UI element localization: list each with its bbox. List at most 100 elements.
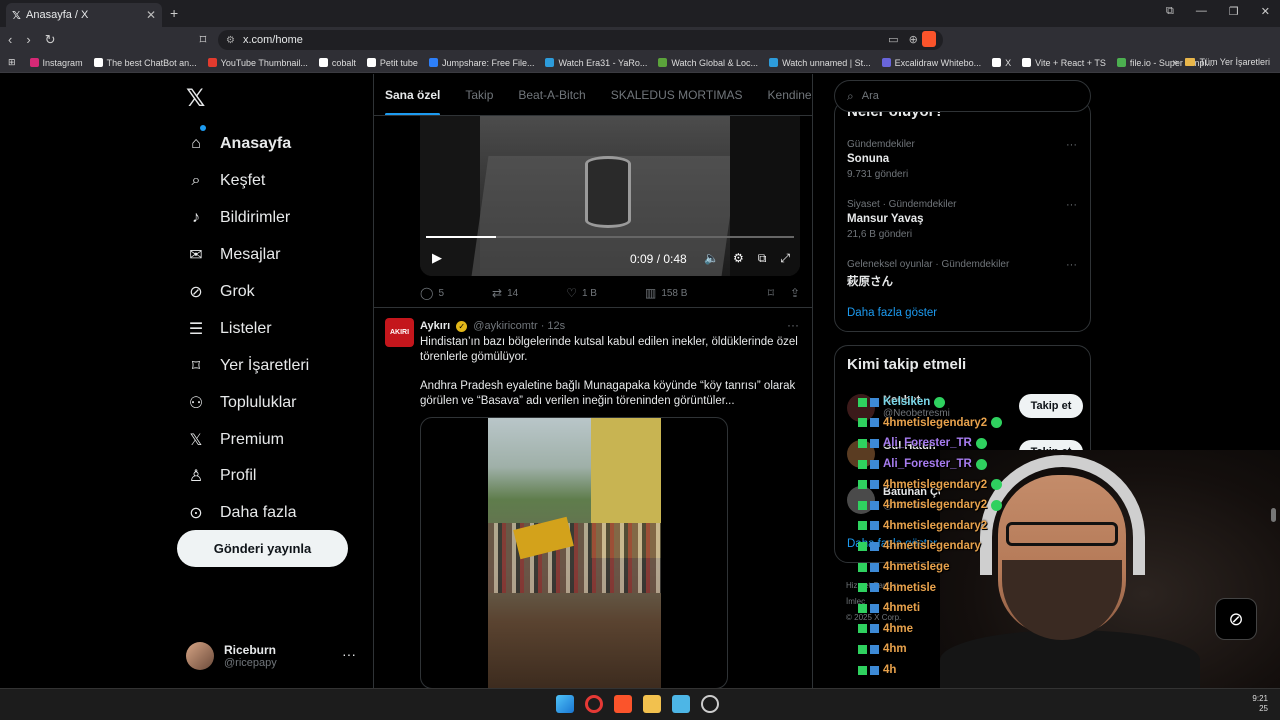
bookmark-item[interactable]: Jumpshare: Free File... [428, 58, 534, 68]
forward-icon[interactable]: › [26, 32, 30, 48]
views-button[interactable]: ▥ 158 B [645, 286, 687, 300]
sidebar-item-search[interactable]: ⌕ Keşfet [176, 163, 366, 200]
avatar[interactable]: AKIRI [385, 318, 414, 347]
sidebar-item-more-circle[interactable]: ⊙ Daha fazla [176, 495, 366, 532]
tweet-media[interactable] [420, 417, 728, 689]
more-dots-icon[interactable]: ··· [1066, 259, 1077, 271]
bookmarks-overflow-icon[interactable]: » [1172, 57, 1178, 68]
scrollbar[interactable] [1271, 508, 1276, 522]
tweet-author-name[interactable]: Aykırı [420, 320, 450, 332]
sidebar-item-communities[interactable]: ⚇ Topluluklar [176, 384, 366, 421]
browser-tab[interactable]: 𝕏 Anasayfa / X ✕ [6, 3, 162, 27]
opera-icon[interactable] [585, 695, 603, 713]
obs-icon[interactable] [701, 695, 719, 713]
bookmark-item[interactable]: Watch Global & Loc... [658, 58, 758, 68]
bookmark-item[interactable]: YouTube Thumbnail... [207, 58, 308, 68]
video-progress-bar[interactable] [426, 236, 794, 238]
more-dots-icon[interactable]: ··· [1066, 199, 1077, 211]
bookmark-favicon-icon [366, 58, 376, 67]
more-dots-icon[interactable]: ··· [787, 318, 799, 332]
chat-message: 4hm [858, 639, 1038, 660]
badge-icon [870, 562, 879, 572]
video-frame [585, 156, 631, 228]
feed-tab[interactable]: Kendine Müz [768, 74, 812, 115]
taskbar-icons [556, 695, 719, 713]
tab-close-icon[interactable]: ✕ [146, 8, 156, 22]
zoom-icon[interactable]: ⊕ [909, 33, 918, 46]
cast-icon[interactable]: ▭ [888, 33, 898, 46]
site-info-icon[interactable]: ⚙ [226, 35, 235, 46]
sidebar-item-home[interactable]: ⌂ Anasayfa [176, 126, 366, 163]
post-button[interactable]: Gönderi yayınla [177, 530, 348, 567]
reply-button[interactable]: ◯ 5 [420, 286, 444, 300]
bookmark-item[interactable]: Excalidraw Whitebo... [881, 58, 981, 68]
bookmark-page-icon[interactable]: ⌑ [200, 32, 207, 48]
x-logo-icon[interactable]: 𝕏 [186, 84, 366, 126]
url-field[interactable]: ⚙ x.com/home ▭ ⊕ ⇪ [218, 30, 943, 50]
all-bookmarks-folder[interactable]: Tüm Yer İşaretleri [1185, 57, 1270, 67]
share-icon[interactable]: ⇪ [790, 286, 800, 300]
url-text: x.com/home [242, 34, 303, 46]
trend-item[interactable]: Geleneksel oyunlar · Gündemdekiler 萩原さん ··… [847, 259, 1083, 293]
bookmark-favicon-icon [428, 58, 438, 67]
bookmark-item[interactable]: Watch Era31 - YaRo... [545, 58, 647, 68]
sidebar-item-grok[interactable]: ⊘ Grok [176, 274, 366, 311]
home-icon: ⌂ [191, 135, 201, 153]
more-dots-icon[interactable]: ··· [342, 646, 356, 662]
sidebar-item-list[interactable]: ☰ Listeler [176, 310, 366, 347]
trend-item[interactable]: Gündemdekiler Sonuna 9.731 gönderi ··· [847, 139, 1083, 180]
show-more-link[interactable]: Daha fazla göster [847, 307, 937, 319]
back-icon[interactable]: ‹ [8, 32, 12, 48]
sidebar-item-x[interactable]: 𝕏 Premium [176, 421, 366, 458]
bookmark-item[interactable]: Instagram [29, 58, 83, 68]
extensions-icon[interactable]: ⧉ [1166, 5, 1174, 18]
bookmark-item[interactable]: Watch unnamed | St... [769, 58, 871, 68]
windows-start-icon[interactable] [556, 695, 574, 713]
grok-floating-button[interactable]: ⊘ [1215, 598, 1257, 640]
feed-tab[interactable]: Sana özel [385, 74, 441, 115]
bookmark-item[interactable]: Petit tube [366, 58, 418, 68]
sidebar-item-mail[interactable]: ✉ Mesajlar [176, 237, 366, 274]
bookmark-favicon-icon [658, 58, 668, 67]
folder-icon[interactable] [643, 695, 661, 713]
fullscreen-icon[interactable]: ⤢ [780, 251, 790, 266]
sidebar-item-bookmark[interactable]: ⌑ Yer İşaretleri [176, 347, 366, 384]
bookmark-item[interactable]: The best ChatBot an... [93, 58, 197, 68]
badge-icon [858, 603, 867, 613]
pip-icon[interactable]: ⧉ [758, 251, 767, 266]
bookmark-item[interactable]: X [992, 58, 1011, 68]
new-tab-button[interactable]: + [170, 5, 178, 21]
minimize-icon[interactable]: — [1196, 5, 1207, 18]
search-input[interactable]: ⌕ Ara [834, 80, 1091, 112]
feed-tab[interactable]: SKALEDUS MORTIMAS [611, 74, 743, 115]
close-window-icon[interactable]: ✕ [1261, 5, 1270, 18]
bookmark-item[interactable]: Vite + React + TS [1022, 58, 1106, 68]
brave-shield-icon[interactable] [922, 31, 936, 47]
bookmark-icon[interactable]: ⌑ [768, 286, 774, 300]
account-switcher[interactable]: Riceburn @ricepapy ··· [186, 638, 366, 674]
verified-badge-icon: ✓ [456, 321, 468, 332]
trend-item[interactable]: Siyaset · Gündemdekiler Mansur Yavaş 21,6 … [847, 199, 1083, 240]
brave-icon[interactable] [614, 695, 632, 713]
trend-category: Siyaset · Gündemdekiler [847, 199, 957, 210]
mail-icon: ✉ [189, 247, 203, 265]
all-bookmarks-label: Tüm Yer İşaretleri [1199, 57, 1270, 67]
like-button[interactable]: ♡ 1 B [566, 286, 597, 300]
apps-icon[interactable]: ⊞ [8, 57, 16, 68]
maximize-icon[interactable]: ❐ [1229, 5, 1239, 18]
feed-tab[interactable]: Beat-A-Bitch [518, 74, 585, 115]
sidebar-item-person[interactable]: ♙ Profil [176, 458, 366, 495]
sidebar-item-bell[interactable]: ♪ Bildirimler [176, 200, 366, 237]
person-icon: ♙ [188, 468, 204, 486]
play-icon[interactable]: ▶ [432, 250, 442, 266]
repost-button[interactable]: ⇄ 14 [492, 286, 518, 300]
more-dots-icon[interactable]: ··· [1066, 139, 1077, 151]
views-icon: ▥ [644, 286, 657, 300]
reload-icon[interactable]: ↻ [45, 32, 56, 48]
feed-tab[interactable]: Takip [465, 74, 493, 115]
bookmark-item[interactable]: cobalt [318, 58, 356, 68]
settings-icon[interactable]: ⚙ [733, 251, 744, 266]
app-icon[interactable] [672, 695, 690, 713]
video-player[interactable]: ▶ 0:09 / 0:48 🔈 ⚙ ⧉ ⤢ [420, 116, 800, 276]
volume-icon[interactable]: 🔈 [704, 251, 719, 266]
